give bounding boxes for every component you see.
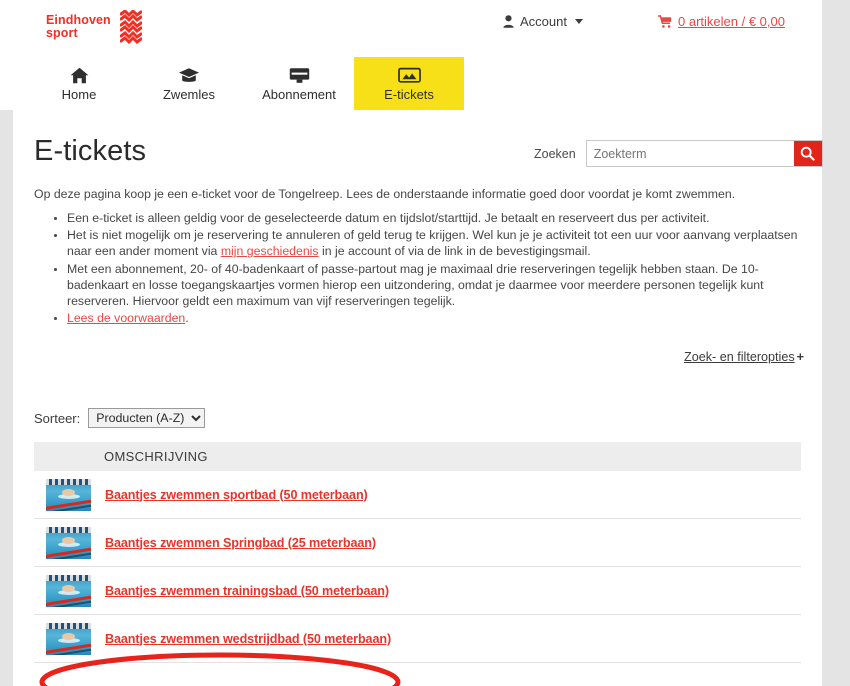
filter-options-plus: + [796, 350, 804, 364]
column-header-omschrijving: OMSCHRIJVING [104, 449, 208, 464]
content-card: E-tickets Zoeken Op deze pagina koop je … [13, 110, 823, 686]
chevron-down-icon [574, 19, 583, 24]
card-icon [289, 65, 310, 85]
account-menu[interactable]: Account [503, 14, 583, 29]
product-link[interactable]: Baantjes zwemmen Springbad (25 meterbaan… [105, 536, 376, 550]
inline-link[interactable]: mijn geschiedenis [221, 244, 319, 258]
swimming-pool-thumbnail [46, 574, 91, 607]
tab-zwemles-label: Zwemles [162, 87, 215, 102]
intro-paragraph: Op deze pagina koop je een e-ticket voor… [34, 187, 736, 201]
top-bar: Eindhoven sport Account 0 artikelen / € … [0, 0, 822, 57]
main-navigation: Home Zwemles Abonnement E-tickets [24, 57, 464, 110]
table-body: Baantjes zwemmen sportbad (50 meterbaan)… [34, 471, 801, 663]
page-root: Eindhoven sport Account 0 artikelen / € … [0, 0, 850, 686]
tab-home[interactable]: Home [24, 57, 134, 110]
bullet-text: Een e-ticket is alleen geldig voor de ge… [67, 211, 710, 225]
tab-abonnement-label: Abonnement [262, 87, 336, 102]
table-row[interactable]: Baantjes zwemmen sportbad (50 meterbaan) [34, 471, 801, 519]
swimming-pool-thumbnail [46, 526, 91, 559]
search-area: Zoeken [534, 140, 823, 167]
account-label: Account [520, 14, 567, 29]
filter-options-label: Zoek- en filteropties [684, 350, 795, 364]
bullet-text: . [185, 311, 189, 326]
wave-mark-icon [119, 10, 142, 44]
tab-zwemles[interactable]: Zwemles [134, 57, 244, 110]
search-button[interactable] [793, 141, 822, 166]
tab-etickets[interactable]: E-tickets [354, 57, 464, 110]
search-box [585, 140, 823, 167]
bullet-text: in je account of via de link in de beves… [318, 244, 591, 259]
user-icon [503, 15, 514, 28]
search-label: Zoeken [534, 146, 576, 161]
logo-text: Eindhoven sport [46, 12, 111, 41]
inline-link[interactable]: Lees de voorwaarden [67, 311, 185, 325]
sort-label: Sorteer: [34, 410, 81, 426]
table-row[interactable]: Baantjes zwemmen wedstrijdbad (50 meterb… [34, 615, 801, 663]
bullet-text: Met een abonnement, 20- of 40-badenkaart… [67, 261, 764, 309]
search-input[interactable] [586, 141, 794, 166]
home-icon [70, 65, 89, 85]
filter-options-toggle[interactable]: Zoek- en filteropties + [684, 350, 804, 364]
search-icon [800, 146, 815, 161]
swimming-pool-thumbnail [46, 622, 91, 655]
graduation-cap-icon [178, 65, 200, 85]
sort-row: Sorteer: Producten (A-Z) [34, 408, 206, 428]
tab-home-label: Home [61, 87, 97, 102]
page-title: E-tickets [34, 135, 147, 167]
sort-select[interactable]: Producten (A-Z) [88, 408, 206, 428]
ticket-image-icon [397, 65, 421, 85]
swimming-pool-thumbnail [46, 478, 91, 511]
product-link[interactable]: Baantjes zwemmen wedstrijdbad (50 meterb… [105, 632, 391, 646]
shopping-cart-icon [658, 15, 672, 28]
info-bullet-item: Met een abonnement, 20- of 40-badenkaart… [67, 261, 804, 310]
info-bullet-item: Het is niet mogelijk om je reservering t… [67, 227, 804, 259]
info-bullet-item: Een e-ticket is alleen geldig voor de ge… [67, 210, 804, 226]
product-table: OMSCHRIJVING Baantjes zwemmen sportbad (… [34, 442, 801, 663]
info-bullet-list: Een e-ticket is alleen geldig voor de ge… [34, 210, 804, 327]
table-header: OMSCHRIJVING [34, 442, 801, 471]
logo-text-line2: sport [46, 26, 78, 40]
cart-summary[interactable]: 0 artikelen / € 0,00 [658, 14, 785, 29]
logo-text-line1: Eindhoven [46, 12, 111, 27]
tab-abonnement[interactable]: Abonnement [244, 57, 354, 110]
site-logo[interactable]: Eindhoven sport [46, 10, 142, 44]
table-row[interactable]: Baantjes zwemmen trainingsbad (50 meterb… [34, 567, 801, 615]
tab-etickets-label: E-tickets [384, 87, 434, 102]
table-row[interactable]: Baantjes zwemmen Springbad (25 meterbaan… [34, 519, 801, 567]
product-link[interactable]: Baantjes zwemmen sportbad (50 meterbaan) [105, 488, 368, 502]
info-bullet-item: Lees de voorwaarden. [67, 310, 804, 326]
cart-link[interactable]: 0 artikelen / € 0,00 [678, 14, 785, 29]
product-link[interactable]: Baantjes zwemmen trainingsbad (50 meterb… [105, 584, 389, 598]
